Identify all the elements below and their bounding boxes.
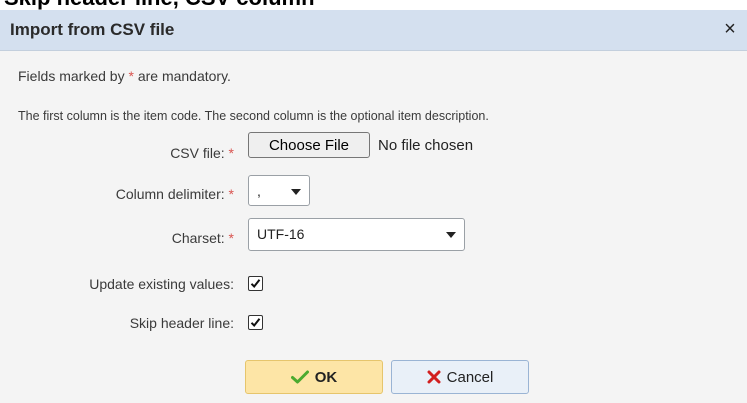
charset-label-row: Charset: * <box>0 229 234 247</box>
cross-icon <box>427 370 441 384</box>
import-info-text: The first column is the item code. The s… <box>18 109 489 123</box>
column-delimiter-select[interactable]: , <box>248 175 310 206</box>
update-existing-checkbox[interactable] <box>248 276 263 291</box>
csv-file-label-row: CSV file: * <box>0 144 234 162</box>
charset-label: Charset: * <box>172 229 234 247</box>
chevron-down-icon <box>291 189 301 195</box>
skip-header-label: Skip header line: <box>129 315 234 331</box>
column-delimiter-label-text: Column delimiter: <box>115 186 225 202</box>
file-status-text: No file chosen <box>378 137 474 154</box>
skip-header-label-row: Skip header line: <box>0 314 234 332</box>
ok-button[interactable]: OK <box>245 360 383 394</box>
charset-value: UTF-16 <box>257 226 305 242</box>
choose-file-button[interactable]: Choose File <box>248 132 370 158</box>
close-icon[interactable]: × <box>719 17 741 41</box>
import-csv-dialog: Import from CSV file × Fields marked by … <box>0 10 747 403</box>
charset-label-text: Charset: <box>171 230 225 246</box>
check-icon <box>290 370 309 384</box>
checkmark-icon <box>250 279 261 289</box>
cancel-button[interactable]: Cancel <box>391 360 529 394</box>
required-star: * <box>228 230 234 246</box>
csv-file-label-text: CSV file: <box>170 145 225 161</box>
required-star: * <box>228 186 234 202</box>
checkmark-icon <box>250 318 261 328</box>
dialog-title-bar: Import from CSV file × <box>0 10 747 51</box>
top-strip-text: Skip header line, CSV column <box>4 0 315 9</box>
column-delimiter-label-row: Column delimiter: * <box>0 185 234 203</box>
update-existing-label: Update existing values: <box>89 276 234 292</box>
ok-label: OK <box>314 369 338 386</box>
cancel-label: Cancel <box>446 369 494 386</box>
csv-file-label: CSV file: * <box>170 144 234 162</box>
mandatory-note-prefix: Fields marked by <box>18 68 129 84</box>
charset-select[interactable]: UTF-16 <box>248 218 465 251</box>
column-delimiter-value: , <box>257 183 261 199</box>
column-delimiter-label: Column delimiter: * <box>116 185 234 203</box>
chevron-down-icon <box>446 232 456 238</box>
dialog-title: Import from CSV file <box>10 20 175 39</box>
mandatory-note: Fields marked by * are mandatory. <box>18 67 231 85</box>
cancel-button-content: Cancel <box>392 369 528 387</box>
ok-button-content: OK <box>246 369 382 387</box>
update-existing-label-row: Update existing values: <box>0 275 234 293</box>
skip-header-checkbox[interactable] <box>248 315 263 330</box>
top-strip: Skip header line, CSV column <box>0 0 747 10</box>
required-star: * <box>228 145 234 161</box>
mandatory-note-suffix: are mandatory. <box>133 68 231 84</box>
